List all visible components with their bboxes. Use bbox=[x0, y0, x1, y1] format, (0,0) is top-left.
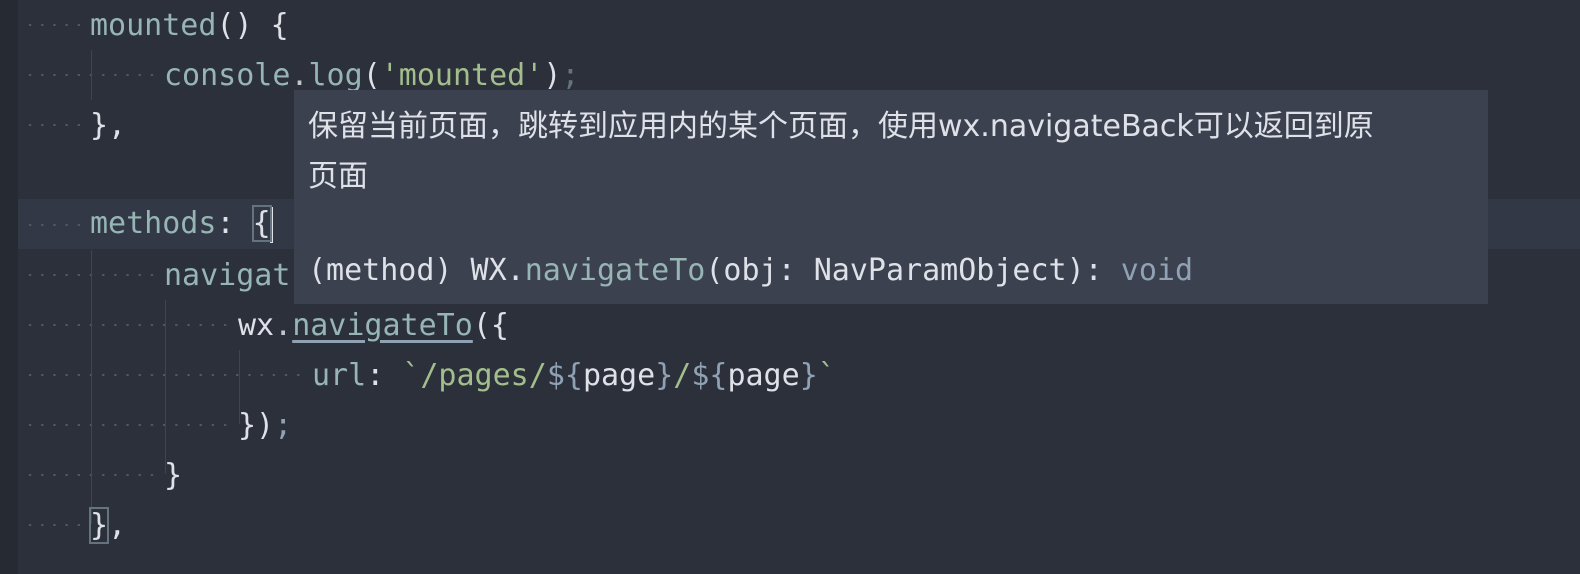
token-interp-close: } bbox=[655, 358, 674, 393]
token-navigateTo[interactable]: navigateTo bbox=[292, 308, 473, 343]
token-console: console bbox=[164, 58, 291, 93]
token-wx: wx bbox=[238, 308, 275, 343]
indent-guide bbox=[165, 300, 166, 474]
sig-function: navigateTo bbox=[524, 253, 706, 288]
whitespace-dots bbox=[24, 424, 232, 426]
token-brace: }, bbox=[90, 108, 127, 143]
token-comma: , bbox=[108, 508, 127, 543]
token-template-end: ` bbox=[817, 358, 836, 393]
token-dot: . bbox=[274, 308, 293, 343]
whitespace-dots bbox=[24, 124, 84, 126]
token-paren: () { bbox=[216, 8, 289, 43]
token-navigate: navigat bbox=[164, 258, 291, 293]
hover-tooltip[interactable]: 保留当前页面，跳转到应用内的某个页面，使用wx.navigateBack可以返回… bbox=[294, 90, 1488, 304]
token-template-start: `/pages/ bbox=[402, 358, 547, 393]
token-url: url bbox=[312, 358, 367, 393]
token-dot: . bbox=[290, 58, 309, 93]
token-semicolon: ; bbox=[274, 408, 293, 443]
token-open-paren: ( bbox=[362, 58, 381, 93]
whitespace-dots bbox=[24, 524, 84, 526]
code-editor[interactable]: mounted() { console.log('mounted'); }, m… bbox=[0, 0, 1580, 574]
editor-gutter bbox=[0, 0, 18, 574]
whitespace-dots bbox=[24, 224, 84, 226]
token-slash: / bbox=[673, 358, 692, 393]
token-colon: : bbox=[216, 206, 253, 241]
whitespace-dots bbox=[24, 24, 84, 26]
token-interp-close: } bbox=[799, 358, 818, 393]
token-log: log bbox=[308, 58, 363, 93]
whitespace-dots bbox=[24, 324, 232, 326]
token-page: page bbox=[582, 358, 656, 393]
code-line-wx: wx.navigateTo({ bbox=[238, 301, 509, 351]
sig-return-type: void bbox=[1120, 253, 1194, 288]
token-close: }) bbox=[238, 408, 275, 443]
code-line-navigate: navigat bbox=[164, 251, 290, 301]
indent-guide bbox=[91, 250, 92, 524]
token-open: ({ bbox=[472, 308, 509, 343]
code-line-close: }, bbox=[90, 101, 126, 151]
token-brace: } bbox=[164, 458, 183, 493]
tooltip-doc-line: 保留当前页面，跳转到应用内的某个页面，使用wx.navigateBack可以返回… bbox=[308, 109, 1374, 144]
code-line-mounted: mounted() { bbox=[90, 1, 289, 51]
token-string: 'mounted' bbox=[380, 58, 544, 93]
matched-bracket: } bbox=[88, 507, 110, 544]
sig-prefix: (method) WX. bbox=[308, 253, 525, 288]
token-mounted: mounted bbox=[90, 8, 217, 43]
tooltip-signature: (method) WX.navigateTo(obj: NavParamObje… bbox=[308, 246, 1193, 296]
tooltip-documentation: 保留当前页面，跳转到应用内的某个页面，使用wx.navigateBack可以返回… bbox=[308, 102, 1478, 202]
token-interp-open: ${ bbox=[546, 358, 583, 393]
token-close-paren: ) bbox=[543, 58, 562, 93]
token-methods: methods bbox=[90, 206, 217, 241]
token-interp-open: ${ bbox=[691, 358, 728, 393]
code-line-url: url: `/pages/${page}/${page}` bbox=[312, 351, 836, 401]
token-semicolon: ; bbox=[561, 58, 580, 93]
code-line-close-call: }); bbox=[238, 401, 292, 451]
text-caret bbox=[269, 206, 273, 243]
matched-bracket: { bbox=[251, 205, 272, 242]
indent-guide bbox=[91, 50, 92, 100]
code-line-close-methods: }, bbox=[88, 501, 127, 551]
code-line-close-fn: } bbox=[164, 451, 182, 501]
tooltip-doc-line: 页面 bbox=[308, 159, 368, 194]
code-line-methods: methods: { bbox=[90, 199, 273, 249]
token-colon: : bbox=[366, 358, 403, 393]
sig-params: (obj: NavParamObject): bbox=[705, 253, 1121, 288]
token-page: page bbox=[727, 358, 800, 393]
